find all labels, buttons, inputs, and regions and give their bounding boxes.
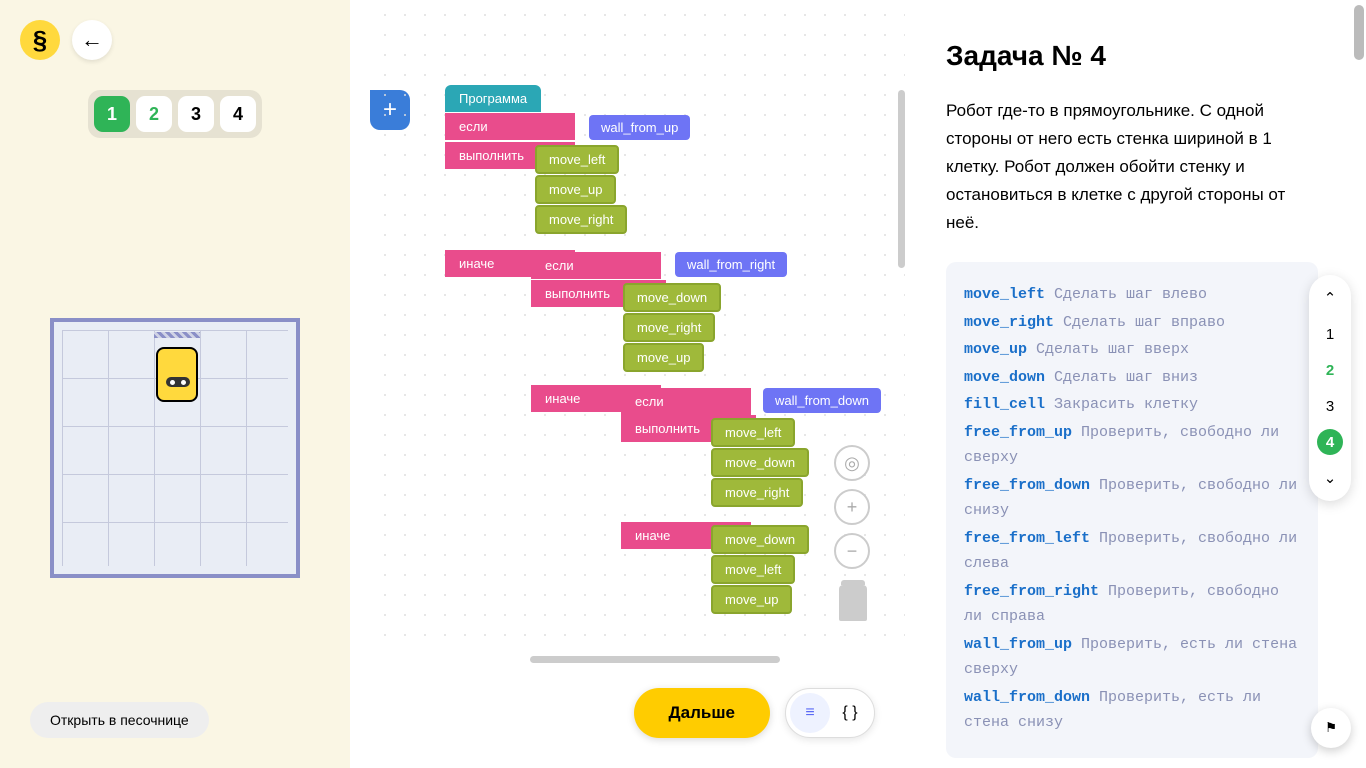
robot-sprite bbox=[152, 347, 202, 417]
task-tab-2[interactable]: 2 bbox=[136, 96, 172, 132]
nav-item-1[interactable]: 1 bbox=[1317, 321, 1343, 347]
command-name: free_from_left bbox=[964, 530, 1090, 547]
robot-wall bbox=[154, 332, 200, 338]
command-name: free_from_up bbox=[964, 424, 1072, 441]
task-tabs: 1 2 3 4 bbox=[88, 90, 262, 138]
command-description: Сделать шаг вправо bbox=[1054, 314, 1225, 331]
block-wall-from-up[interactable]: wall_from_up bbox=[589, 115, 690, 140]
command-row: wall_from_up Проверить, есть ли стена св… bbox=[964, 632, 1300, 683]
page-scrollbar[interactable] bbox=[1354, 5, 1364, 60]
zoom-in-button[interactable]: + bbox=[834, 489, 870, 525]
next-button[interactable]: Дальше bbox=[634, 688, 770, 738]
nav-item-4[interactable]: 4 bbox=[1317, 429, 1343, 455]
block-wall-from-right[interactable]: wall_from_right bbox=[675, 252, 787, 277]
block-move-down-1[interactable]: move_down bbox=[623, 283, 721, 312]
block-if-3[interactable]: если bbox=[621, 388, 751, 415]
block-if-2[interactable]: если bbox=[531, 252, 661, 279]
task-description: Робот где-то в прямоугольнике. С одной с… bbox=[946, 97, 1318, 237]
command-description: Закрасить клетку bbox=[1045, 396, 1198, 413]
bottom-toolbar: Дальше ≡ { } bbox=[355, 683, 905, 743]
block-wall-from-down[interactable]: wall_from_down bbox=[763, 388, 881, 413]
block-if-1[interactable]: если bbox=[445, 113, 575, 140]
block-move-right-2[interactable]: move_right bbox=[623, 313, 715, 342]
command-description: Сделать шаг вниз bbox=[1045, 369, 1198, 386]
block-move-up-1[interactable]: move_up bbox=[535, 175, 616, 204]
logo: § bbox=[20, 20, 60, 60]
horizontal-scrollbar[interactable] bbox=[530, 656, 780, 663]
command-row: move_right Сделать шаг вправо bbox=[964, 310, 1300, 336]
task-description-panel: Задача № 4 Робот где-то в прямоугольнике… bbox=[908, 0, 1353, 768]
header-row: § ← bbox=[20, 20, 330, 60]
command-name: free_from_right bbox=[964, 583, 1099, 600]
block-program[interactable]: Программа bbox=[445, 85, 541, 112]
blocks-view-button[interactable]: ≡ bbox=[790, 693, 830, 733]
command-row: move_down Сделать шаг вниз bbox=[964, 365, 1300, 391]
command-reference: move_left Сделать шаг влевоmove_right Сд… bbox=[946, 262, 1318, 758]
zoom-out-button[interactable]: − bbox=[834, 533, 870, 569]
blocks-editor-panel: + Программа если wall_from_up выполнить … bbox=[355, 0, 905, 768]
view-toggle: ≡ { } bbox=[785, 688, 875, 738]
command-row: move_up Сделать шаг вверх bbox=[964, 337, 1300, 363]
zoom-controls: ◎ + − bbox=[834, 445, 870, 569]
open-sandbox-button[interactable]: Открыть в песочнице bbox=[30, 702, 209, 738]
command-name: move_right bbox=[964, 314, 1054, 331]
block-move-right-3[interactable]: move_right bbox=[711, 478, 803, 507]
command-row: move_left Сделать шаг влево bbox=[964, 282, 1300, 308]
nav-item-3[interactable]: 3 bbox=[1317, 393, 1343, 419]
back-button[interactable]: ← bbox=[72, 20, 112, 60]
command-name: wall_from_up bbox=[964, 636, 1072, 653]
block-move-down-3[interactable]: move_down bbox=[711, 525, 809, 554]
command-name: move_left bbox=[964, 286, 1045, 303]
command-row: free_from_down Проверить, свободно ли сн… bbox=[964, 473, 1300, 524]
task-tab-1[interactable]: 1 bbox=[94, 96, 130, 132]
robot-game-grid bbox=[50, 318, 300, 578]
command-name: wall_from_down bbox=[964, 689, 1090, 706]
task-tab-4[interactable]: 4 bbox=[220, 96, 256, 132]
nav-item-2[interactable]: 2 bbox=[1317, 357, 1343, 383]
block-move-up-2[interactable]: move_up bbox=[623, 343, 704, 372]
nav-up-button[interactable]: ⌃ bbox=[1317, 285, 1343, 311]
code-view-button[interactable]: { } bbox=[830, 693, 870, 733]
left-panel: § ← 1 2 3 4 Открыть в песочнице bbox=[0, 0, 350, 768]
blocks-canvas[interactable]: Программа если wall_from_up выполнить mo… bbox=[375, 5, 905, 648]
task-title: Задача № 4 bbox=[946, 40, 1318, 72]
command-name: fill_cell bbox=[964, 396, 1045, 413]
command-row: wall_from_down Проверить, есть ли стена … bbox=[964, 685, 1300, 736]
command-name: move_down bbox=[964, 369, 1045, 386]
problem-side-nav: ⌃ 1 2 3 4 ⌄ bbox=[1309, 275, 1351, 501]
command-name: move_up bbox=[964, 341, 1027, 358]
vertical-scrollbar[interactable] bbox=[898, 90, 905, 268]
command-row: free_from_right Проверить, свободно ли с… bbox=[964, 579, 1300, 630]
nav-down-button[interactable]: ⌄ bbox=[1317, 465, 1343, 491]
center-view-button[interactable]: ◎ bbox=[834, 445, 870, 481]
block-move-right-1[interactable]: move_right bbox=[535, 205, 627, 234]
block-move-left-1[interactable]: move_left bbox=[535, 145, 619, 174]
task-tab-3[interactable]: 3 bbox=[178, 96, 214, 132]
command-row: free_from_up Проверить, свободно ли свер… bbox=[964, 420, 1300, 471]
command-description: Сделать шаг влево bbox=[1045, 286, 1207, 303]
block-move-up-3[interactable]: move_up bbox=[711, 585, 792, 614]
block-move-left-2[interactable]: move_left bbox=[711, 418, 795, 447]
command-description: Сделать шаг вверх bbox=[1027, 341, 1189, 358]
command-name: free_from_down bbox=[964, 477, 1090, 494]
command-row: free_from_left Проверить, свободно ли сл… bbox=[964, 526, 1300, 577]
block-move-left-3[interactable]: move_left bbox=[711, 555, 795, 584]
command-row: fill_cell Закрасить клетку bbox=[964, 392, 1300, 418]
report-flag-button[interactable]: ⚑ bbox=[1311, 708, 1351, 748]
block-move-down-2[interactable]: move_down bbox=[711, 448, 809, 477]
trash-icon[interactable] bbox=[839, 585, 867, 621]
